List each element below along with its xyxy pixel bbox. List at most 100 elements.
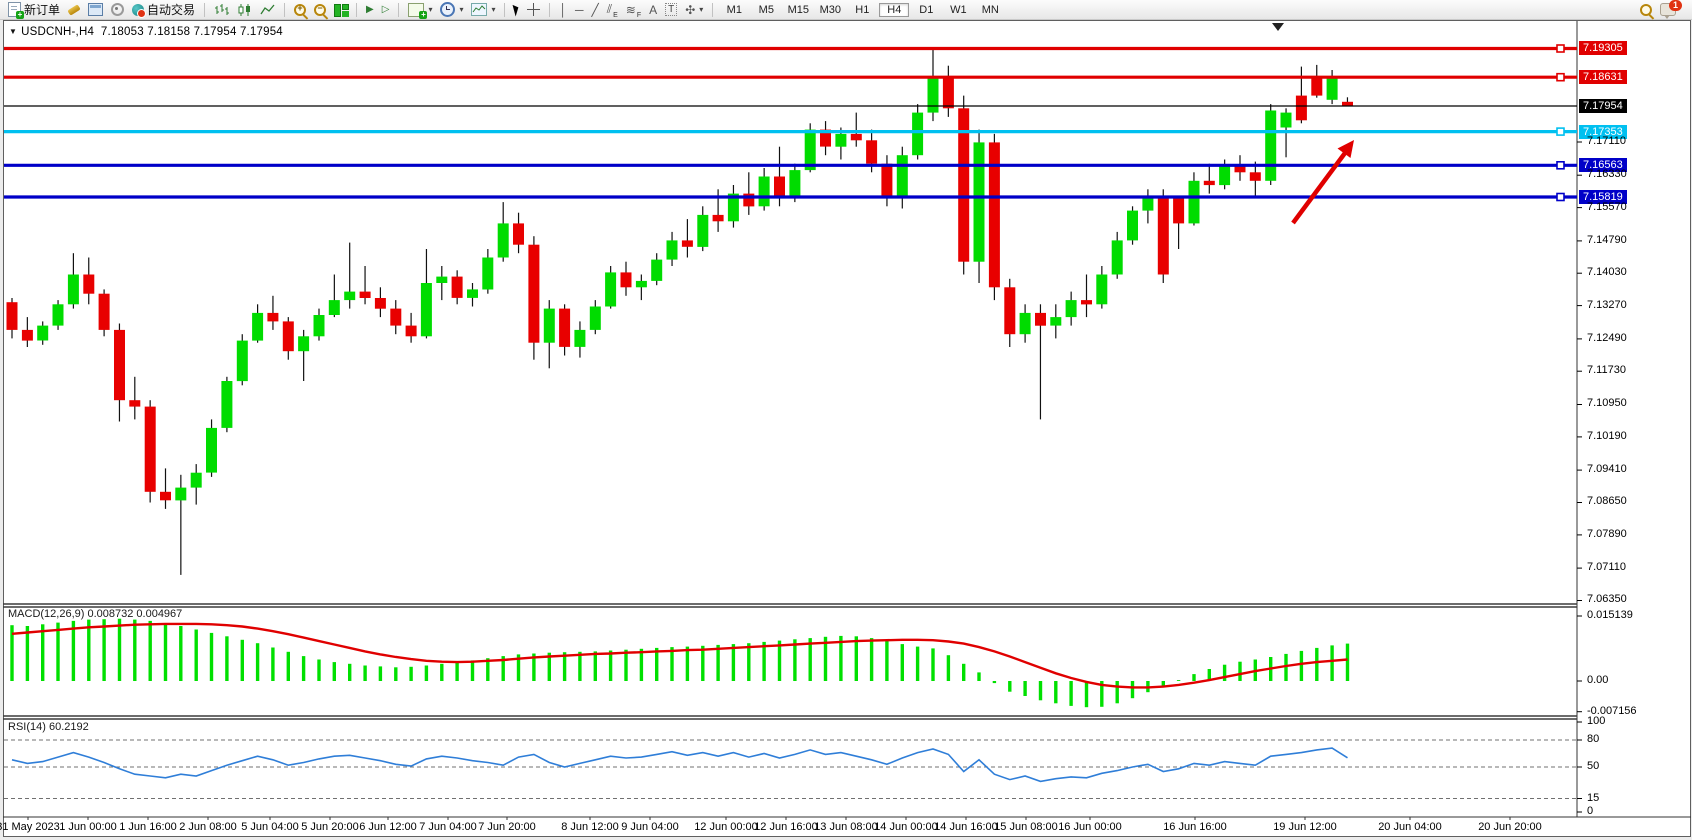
- candle-body[interactable]: [482, 258, 493, 290]
- candle-body[interactable]: [866, 140, 877, 163]
- candle-body[interactable]: [298, 336, 309, 351]
- candle-body[interactable]: [1066, 300, 1077, 317]
- candle-body[interactable]: [7, 302, 18, 330]
- candle-body[interactable]: [145, 407, 156, 492]
- candle-body[interactable]: [160, 492, 171, 501]
- candle-body[interactable]: [68, 275, 79, 305]
- candle-body[interactable]: [1020, 313, 1031, 334]
- periods-button[interactable]: ▾: [437, 1, 466, 19]
- candle-body[interactable]: [344, 292, 355, 301]
- candle-body[interactable]: [360, 292, 371, 298]
- candle-body[interactable]: [206, 428, 217, 473]
- candle-body[interactable]: [1112, 240, 1123, 274]
- candle-body[interactable]: [1327, 77, 1338, 100]
- candle-body[interactable]: [667, 240, 678, 259]
- candle-body[interactable]: [697, 215, 708, 247]
- candle-body[interactable]: [191, 473, 202, 488]
- candlestick-chart-button[interactable]: [234, 1, 255, 19]
- candle-body[interactable]: [513, 223, 524, 244]
- horizontal-line-tool-button[interactable]: ─: [572, 1, 587, 19]
- candle-body[interactable]: [528, 245, 539, 343]
- candle-body[interactable]: [774, 177, 785, 198]
- tile-windows-button[interactable]: [331, 1, 350, 19]
- candle-body[interactable]: [329, 300, 340, 315]
- vertical-line-tool-button[interactable]: │: [556, 1, 570, 19]
- timeframe-button-W1[interactable]: W1: [943, 3, 973, 17]
- candle-body[interactable]: [1158, 196, 1169, 275]
- candle-body[interactable]: [835, 134, 846, 147]
- candle-body[interactable]: [713, 215, 724, 221]
- candle-body[interactable]: [221, 381, 232, 428]
- candle-body[interactable]: [851, 134, 862, 140]
- candle-body[interactable]: [1250, 172, 1261, 181]
- candle-body[interactable]: [421, 283, 432, 336]
- candle-body[interactable]: [636, 281, 647, 287]
- chart-shift-button[interactable]: ▷: [379, 1, 393, 19]
- candle-body[interactable]: [897, 155, 908, 198]
- candle-body[interactable]: [912, 113, 923, 156]
- candle-body[interactable]: [789, 170, 800, 198]
- candle-body[interactable]: [1050, 317, 1061, 326]
- support-line-cyan-handle[interactable]: [1557, 128, 1564, 135]
- crosshair-tool-button[interactable]: [524, 1, 543, 19]
- support-line-blue-2-handle[interactable]: [1557, 194, 1564, 201]
- candle-body[interactable]: [99, 294, 110, 330]
- candle-body[interactable]: [682, 240, 693, 246]
- candle-body[interactable]: [114, 330, 125, 400]
- fibonacci-tool-button[interactable]: ≋ F: [623, 1, 644, 19]
- label-tool-button[interactable]: T: [662, 1, 680, 19]
- candle-body[interactable]: [390, 309, 401, 326]
- one-click-trading-expander[interactable]: ▼: [9, 27, 17, 36]
- candle-body[interactable]: [1311, 78, 1322, 96]
- candle-body[interactable]: [252, 313, 263, 341]
- candle-body[interactable]: [1281, 113, 1292, 128]
- candle-body[interactable]: [237, 341, 248, 382]
- metaeditor-button[interactable]: [65, 1, 83, 19]
- timeframe-button-D1[interactable]: D1: [911, 3, 941, 17]
- notifications-button[interactable]: 1: [1657, 1, 1679, 19]
- candle-body[interactable]: [37, 326, 48, 341]
- support-line-blue-1-handle[interactable]: [1557, 162, 1564, 169]
- candle-body[interactable]: [1173, 198, 1184, 224]
- timeframe-button-M5[interactable]: M5: [751, 3, 781, 17]
- candle-body[interactable]: [452, 277, 463, 298]
- candle-body[interactable]: [283, 321, 294, 351]
- chart-canvas[interactable]: [0, 0, 1692, 840]
- text-tool-button[interactable]: A: [646, 1, 660, 19]
- templates-button[interactable]: ▾: [468, 1, 498, 19]
- candle-body[interactable]: [1296, 96, 1307, 121]
- candle-body[interactable]: [1219, 166, 1230, 185]
- timeframe-button-MN[interactable]: MN: [975, 3, 1005, 17]
- candle-body[interactable]: [498, 223, 509, 257]
- timeframe-button-M1[interactable]: M1: [719, 3, 749, 17]
- candle-body[interactable]: [928, 79, 939, 113]
- candle-body[interactable]: [544, 309, 555, 343]
- candle-body[interactable]: [129, 400, 140, 406]
- candle-body[interactable]: [590, 307, 601, 330]
- candle-body[interactable]: [175, 488, 186, 501]
- signals-button[interactable]: [108, 1, 127, 19]
- candle-body[interactable]: [53, 304, 64, 325]
- candle-body[interactable]: [1127, 211, 1138, 241]
- trendline-tool-button[interactable]: ╱: [589, 1, 602, 19]
- candle-body[interactable]: [1004, 287, 1015, 334]
- candle-body[interactable]: [605, 272, 616, 306]
- trend-arrow-line[interactable]: [1293, 153, 1345, 223]
- line-chart-button[interactable]: [257, 1, 278, 19]
- candle-body[interactable]: [467, 289, 478, 298]
- candle-body[interactable]: [1096, 275, 1107, 305]
- candle-body[interactable]: [1204, 181, 1215, 185]
- candle-body[interactable]: [436, 277, 447, 283]
- timeframe-button-H1[interactable]: H1: [847, 3, 877, 17]
- chart-shift-marker[interactable]: [1272, 23, 1284, 31]
- candle-body[interactable]: [1035, 313, 1046, 326]
- candle-body[interactable]: [1081, 300, 1092, 304]
- bar-chart-button[interactable]: [211, 1, 232, 19]
- new-order-button[interactable]: + 新订单: [5, 1, 63, 19]
- cursor-tool-button[interactable]: [511, 1, 522, 19]
- timeframe-button-M15[interactable]: M15: [783, 3, 813, 17]
- arrows-tool-button[interactable]: ✣ ▾: [682, 1, 706, 19]
- timeframe-button-H4[interactable]: H4: [879, 3, 909, 17]
- auto-scroll-button[interactable]: ▶: [363, 1, 377, 19]
- zoom-out-button[interactable]: −: [311, 1, 329, 19]
